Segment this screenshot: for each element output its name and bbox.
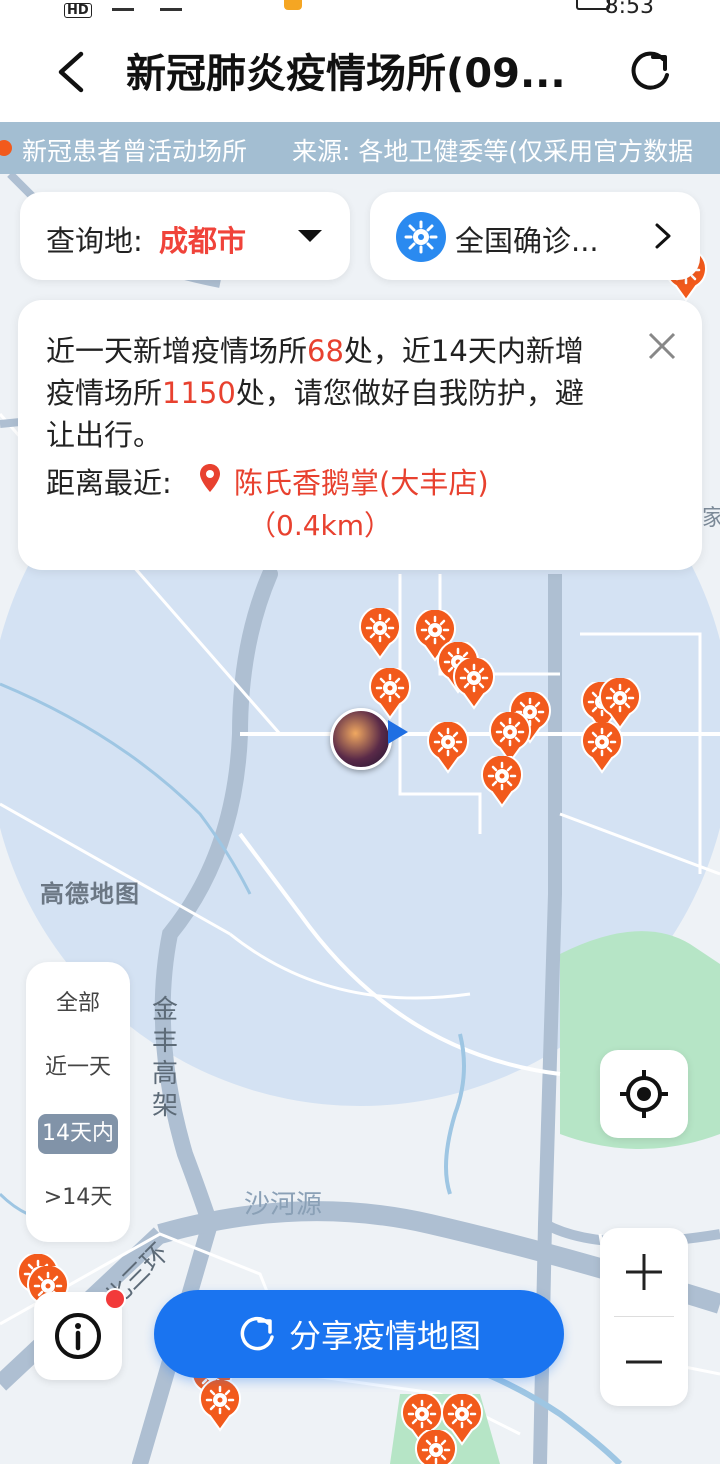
filter-14-days[interactable]: 14天内 [38,1114,118,1154]
signal-icon-2 [160,0,182,11]
summary-card: 近一天新增疫情场所68处，近14天内新增疫情场所1150处，请您做好自我防护，避… [18,300,702,570]
outbreak-site-marker[interactable] [580,722,624,774]
info-icon [55,1313,101,1359]
national-cases-label: 全国确诊... [455,224,599,258]
location-pin-icon [200,464,220,492]
clock: 8:53 [604,0,654,19]
nearest-label: 距离最近: [46,466,172,500]
notification-icon [284,0,302,10]
chevron-right-icon [655,223,671,249]
filter-one-day[interactable]: 近一天 [38,1048,118,1088]
page-title: 新冠肺炎疫情场所(09... [126,51,566,97]
time-filter: 全部 近一天 14天内 >14天 [26,962,130,1242]
virus-icon [396,212,446,262]
close-icon[interactable] [642,326,682,366]
map-watermark: 高德地图 [40,880,140,908]
header: 新冠肺炎疫情场所(09... [0,22,720,122]
back-button[interactable] [44,46,96,98]
refresh-icon [631,51,669,90]
ticker-source: 来源: 各地卫健委等(仅采用官方数据 [292,137,694,166]
zoom-divider [614,1316,674,1317]
zoom-out-button[interactable] [600,1318,688,1406]
share-map-button[interactable]: 分享疫情地图 [154,1290,564,1378]
count-14-days: 1150 [162,376,236,410]
national-cases-button[interactable]: 全国确诊... [370,192,700,280]
map-view[interactable]: 高德地图 沙河源 金丰高架 北三环 家 查询地: 成都市 全国确诊... 近一天… [0,174,720,1464]
edge-place-label: 家 [702,506,720,531]
road-label-shaheyuan: 沙河源 [244,1190,323,1220]
zoom-in-button[interactable] [600,1228,688,1316]
minus-icon [626,1360,662,1364]
caret-down-icon [298,230,322,242]
share-map-label: 分享疫情地图 [288,1317,481,1355]
share-icon [240,1316,274,1351]
zoom-control [600,1228,688,1406]
nearest-place-link[interactable]: 陈氏香鹅掌(大丰店) [234,460,489,502]
filter-all[interactable]: 全部 [38,984,118,1024]
outbreak-site-marker[interactable] [358,608,402,660]
user-avatar[interactable] [330,708,392,770]
plus-icon [626,1254,662,1290]
selected-city: 成都市 [159,224,247,258]
locate-me-button[interactable] [600,1050,688,1138]
ticker-text: 新冠患者曾活动场所 [22,137,248,166]
road-label-jinfeng: 金丰高架 [152,995,179,1121]
status-bar: HD 8:53 [0,0,720,22]
notification-dot [104,1288,126,1310]
source-ticker: 新冠患者曾活动场所 来源: 各地卫健委等(仅采用官方数据 [0,122,720,174]
network-badge: HD [64,3,92,18]
outbreak-site-marker[interactable] [198,1380,242,1432]
refresh-button[interactable] [622,44,678,100]
live-dot [0,140,12,156]
signal-icon [112,0,134,11]
count-one-day: 68 [307,334,344,368]
outbreak-site-marker[interactable] [452,658,496,710]
heading-arrow-icon [388,720,408,744]
crosshair-icon [620,1070,668,1118]
summary-message: 近一天新增疫情场所68处，近14天内新增疫情场所1150处，请您做好自我防护，避… [46,330,606,456]
nearest-distance: （0.4km） [248,509,393,542]
city-selector-label: 查询地: [46,224,143,258]
filter-over-14-days[interactable]: >14天 [38,1178,118,1218]
city-selector[interactable]: 查询地: 成都市 [20,192,350,280]
chevron-left-icon [58,51,84,93]
outbreak-site-marker[interactable] [426,722,470,774]
outbreak-site-marker[interactable] [480,756,524,808]
outbreak-site-marker[interactable] [414,1430,458,1464]
summary-text-1: 近一天新增疫情场所 [46,334,308,368]
